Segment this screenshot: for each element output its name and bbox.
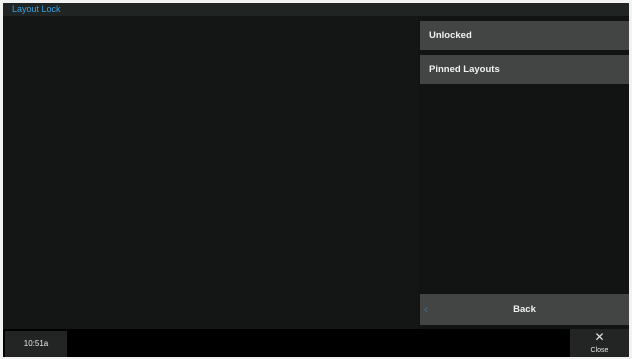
- close-icon: ✕: [594, 330, 605, 344]
- clock-display: 10:51a: [5, 331, 67, 357]
- bottom-bar: 10:51a ✕ Close: [3, 329, 629, 357]
- close-button-label: Close: [590, 347, 609, 354]
- back-button[interactable]: ‹ Back: [420, 294, 629, 325]
- back-button-label: Back: [513, 304, 536, 315]
- window-title: Layout Lock: [12, 4, 61, 14]
- title-bar: Layout Lock: [3, 3, 629, 16]
- close-button[interactable]: ✕ Close: [570, 329, 629, 357]
- layout-preview-area: [3, 16, 418, 329]
- menu-panel: Unlocked Pinned Layouts ‹ Back: [418, 16, 629, 329]
- layout-lock-window: Layout Lock Unlocked Pinned Layouts ‹ Ba…: [3, 3, 629, 357]
- unlocked-button[interactable]: Unlocked: [420, 21, 629, 50]
- pinned-layouts-button[interactable]: Pinned Layouts: [420, 55, 629, 84]
